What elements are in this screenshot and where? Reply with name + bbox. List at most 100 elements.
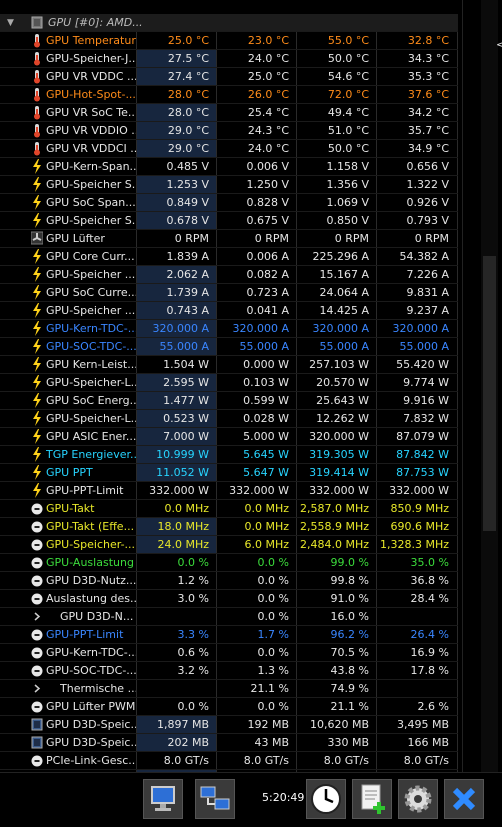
sensor-row[interactable]: GPU-Takt 0.0 MHz 0.0 MHz 2,587.0 MHz 850.9 M… [0,499,458,517]
min-value: 8.0 GT/s [243,754,289,767]
sensor-row[interactable]: GPU-Hot-Spot-... 28.0 °C 26.0 °C 72.0 °C 37.… [0,85,458,103]
thermometer-icon [34,88,40,102]
sensor-row[interactable]: GPU-Auslastung 0.0 % 0.0 % 99.0 % 35.0 % [0,553,458,571]
min-value: 0.675 V [246,214,289,227]
close-icon [452,787,476,811]
max-value: 55.000 A [319,340,369,353]
max-value: 319.305 W [309,448,369,461]
sensor-row[interactable]: GPU PPT 11.052 W 5.647 W 319.414 W 87.753 W [0,463,458,481]
avg-value [377,680,456,697]
sensor-row[interactable]: GPU Kern-Leist... 1.504 W 0.000 W 257.103 W… [0,355,458,373]
fan-icon [31,231,43,245]
bolt-icon [33,303,41,318]
bolt-icon [33,249,41,264]
sensor-row[interactable]: GPU-Kern-TDC-... 320.000 A 320.000 A 320.00… [0,319,458,337]
current-value: 332.000 W [149,484,209,497]
sensor-row[interactable]: GPU-SOC-TDC-... 55.000 A 55.000 A 55.000 A5… [0,337,458,355]
sensor-row[interactable]: GPU-Speicher S... 1.253 V 1.250 V 1.356 V 1.… [0,175,458,193]
settings-button[interactable] [398,779,438,819]
current-value: 0.743 A [137,302,216,319]
sensor-row[interactable]: GPU-Speicher S... 0.678 V 0.675 V 0.850 V 0.… [0,211,458,229]
sensor-row[interactable]: GPU VR VDDCI ... 29.0 °C 24.0 °C 50.0 °C 34.… [0,139,458,157]
sensor-name: GPU-Speicher-L... [46,376,136,389]
current-value: 2.595 W [137,374,216,391]
max-value: 332.000 W [309,484,369,497]
avg-value: 55.420 W [396,358,449,371]
sensor-row[interactable]: GPU-PPT-Limit 3.3 % 1.7 % 96.2 % 26.4 % [0,625,458,643]
sensor-row[interactable]: GPU-PPT-Limit 332.000 W 332.000 W 332.000 W… [0,481,458,499]
min-value: 1.3 % [257,664,289,677]
sensor-row[interactable]: TGP Energiever... 10.999 W 5.645 W 319.305 … [0,445,458,463]
sensor-row[interactable]: GPU-Speicher ... 2.062 A 0.082 A 15.167 A 7.… [0,265,458,283]
max-value: 55.0 °C [327,34,369,47]
add-report-button[interactable] [352,779,392,819]
sensor-row[interactable]: GPU SoC Span... 0.849 V 0.828 V 1.069 V 0.92… [0,193,458,211]
monitor-button[interactable] [143,779,183,819]
sensor-name: GPU-Hot-Spot-... [46,88,136,101]
sensor-row[interactable]: GPU D3D-Nutz... 1.2 % 0.0 % 99.8 % 36.8 % [0,571,458,589]
sensor-row[interactable]: GPU Temperature 25.0 °C 23.0 °C 55.0 °C 32.8… [0,31,458,49]
max-value: 1.158 V [326,160,369,173]
sensor-name: Thermische ... [60,682,136,695]
sensor-row[interactable]: GPU-Speicher-L... 0.523 W 0.028 W 12.262 W 7… [0,409,458,427]
sensor-row[interactable]: PCIe-Link-Gesc... 8.0 GT/s 8.0 GT/s 8.0 GT/… [0,751,458,769]
max-value: 99.0 % [330,556,369,569]
sensor-row[interactable]: GPU VR VDDIO ... 29.0 °C 24.3 °C 51.0 °C 35.… [0,121,458,139]
sensor-row[interactable]: GPU-Kern-TDC-... 0.6 % 0.0 % 70.5 % 16.9 % [0,643,458,661]
bolt-icon [33,213,41,228]
thermometer-icon [34,52,40,66]
bolt-icon [33,339,41,354]
sensor-row[interactable]: GPU D3D-N... 0.0 % 16.0 % [0,607,458,625]
sensor-name: GPU Lüfter [46,232,105,245]
network-button[interactable] [195,779,235,819]
collapse-chevron-icon[interactable]: ▼ [7,18,17,28]
sensor-row[interactable]: GPU-Speicher-J... 27.5 °C 24.0 °C 50.0 °C 34… [0,49,458,67]
avg-value: 37.6 °C [407,88,449,101]
sensor-row[interactable]: GPU D3D-Speic... 202 MB 43 MB 330 MB 166 MB [0,733,458,751]
sensor-name: GPU-Kern-TDC-... [46,322,136,335]
avg-value: 87.753 W [396,466,449,479]
max-value: 2,558.9 MHz [299,520,369,533]
min-value: 0.0 % [257,592,289,605]
sensor-row[interactable]: GPU-Kern-Span... 0.485 V 0.006 V 1.158 V 0.6… [0,157,458,175]
sensor-row[interactable]: GPU-Takt (Effe... 18.0 MHz 0.0 MHz 2,558.9 … [0,517,458,535]
sensor-row[interactable]: GPU-SOC-TDC-... 3.2 % 1.3 % 43.8 % 17.8 % [0,661,458,679]
sensor-row[interactable]: GPU-Speicher-... 24.0 MHz 6.0 MHz 2,484.0 M… [0,535,458,553]
max-value: 225.296 A [312,250,369,263]
scrollbar-thumb[interactable] [483,256,496,531]
sensor-row[interactable]: GPU-Speicher-L... 2.595 W 0.103 W 20.570 W 9… [0,373,458,391]
sensor-row[interactable]: GPU VR VDDC ... 27.4 °C 25.0 °C 54.6 °C 35.3… [0,67,458,85]
bolt-icon [33,465,41,480]
expand-chevron-icon[interactable] [31,681,43,696]
clock-button[interactable] [306,779,346,819]
sensor-row[interactable]: GPU Lüfter PWM 0.0 % 0.0 % 21.1 % 2.6 % [0,697,458,715]
sensor-row[interactable]: GPU SoC Energ... 1.477 W 0.599 W 25.643 W 9.… [0,391,458,409]
current-value: 1.2 % [177,574,209,587]
memory-chip-icon [31,718,43,731]
gauge-icon [31,647,43,659]
max-value: 20.570 W [316,376,369,389]
min-value: 1.250 V [246,178,289,191]
sensor-row[interactable]: GPU ASIC Ener... 7.000 W 5.000 W 320.000 W 8… [0,427,458,445]
sensor-row[interactable]: Thermische ... 21.1 % 74.9 % [0,679,458,697]
min-value: 0.041 A [246,304,289,317]
gear-icon [404,785,432,813]
sensor-row[interactable]: GPU-Speicher ... 0.743 A 0.041 A 14.425 A 9.… [0,301,458,319]
sensor-row[interactable]: GPU Core Curr... 1.839 A 0.006 A 225.296 A 5… [0,247,458,265]
sensor-row[interactable]: GPU D3D-Speic... 1,897 MB 192 MB 10,620 MB 3… [0,715,458,733]
min-value: 24.0 °C [247,52,289,65]
sensor-row[interactable]: GPU Lüfter 0 RPM 0 RPM 0 RPM 0 RPM [0,229,458,247]
avg-value: 34.9 °C [407,142,449,155]
sensor-row[interactable]: Auslastung des... 3.0 % 0.0 % 91.0 % 28.4 % [0,589,458,607]
bottom-toolbar: 5:20:49 [0,772,502,827]
min-value: 0.0 MHz [244,520,289,533]
expand-chevron-icon[interactable] [31,609,43,624]
sensor-name: GPU-SOC-TDC-... [46,664,136,677]
sensor-row[interactable]: GPU VR SoC Te... 28.0 °C 25.4 °C 49.4 °C 34.… [0,103,458,121]
min-value: 0.0 % [257,646,289,659]
sensor-group-header[interactable]: ▼ GPU [#0]: AMD... [0,14,458,31]
sensor-name: GPU-Speicher ... [46,304,136,317]
close-button[interactable] [444,779,484,819]
sensor-row[interactable]: GPU SoC Curre... 1.739 A 0.723 A 24.064 A 9.… [0,283,458,301]
min-value: 192 MB [247,718,289,731]
